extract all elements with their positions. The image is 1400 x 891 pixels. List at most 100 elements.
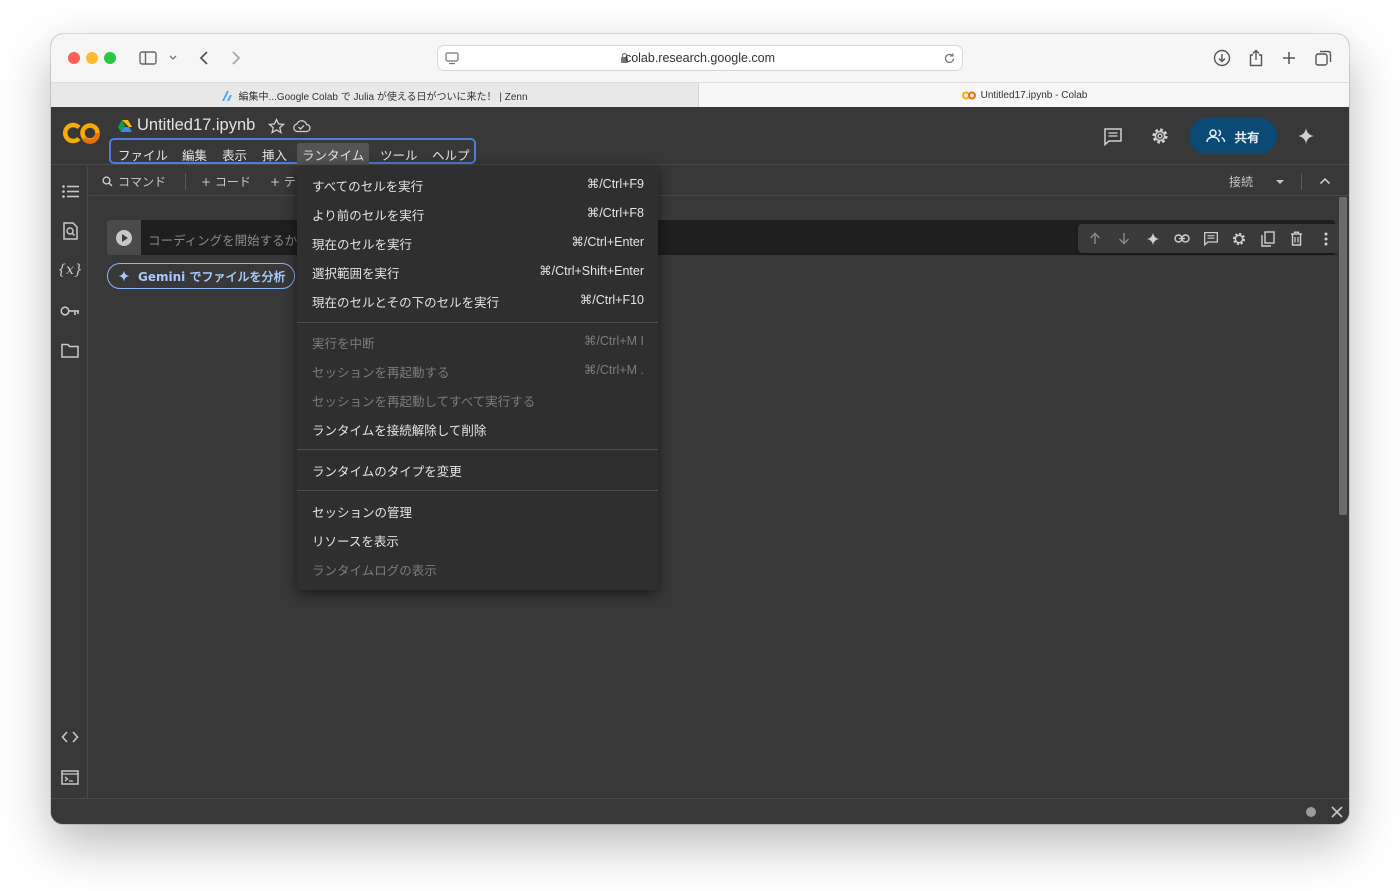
close-window-button[interactable] bbox=[68, 52, 80, 64]
gemini-sparkle-icon[interactable] bbox=[1139, 226, 1168, 252]
gemini-analyze-label: Gemini でファイルを分析 bbox=[138, 269, 286, 284]
runtime-status-dot bbox=[1306, 807, 1316, 817]
star-icon[interactable] bbox=[268, 118, 285, 134]
comments-icon[interactable] bbox=[1100, 123, 1126, 149]
play-icon bbox=[116, 229, 132, 246]
menu-item-restart-session: セッションを再起動する ⌘/Ctrl+M . bbox=[312, 363, 644, 380]
add-text-button[interactable]: + テ bbox=[270, 173, 296, 190]
menu-bar: ファイル 編集 表示 挿入 ランタイム ツール ヘルプ bbox=[109, 138, 476, 166]
menu-edit[interactable]: 編集 bbox=[177, 143, 212, 166]
menu-divider bbox=[297, 322, 658, 323]
notebook-main: コーディングを開始するか Gemini でファイルを分析 bbox=[89, 197, 1340, 798]
cell-placeholder: コーディングを開始するか bbox=[148, 233, 298, 248]
browser-window: colab.research.google.com 編集中...Google C… bbox=[51, 34, 1349, 824]
toolbar-divider bbox=[185, 173, 186, 190]
tab-colab[interactable]: Untitled17.ipynb - Colab bbox=[700, 83, 1349, 108]
files-folder-icon[interactable] bbox=[59, 339, 81, 361]
menu-item-disconnect-delete[interactable]: ランタイムを接続解除して削除 bbox=[297, 413, 658, 442]
tab-label: 編集中...Google Colab で Julia が使える日がついに来た！ … bbox=[238, 92, 528, 103]
url-text: colab.research.google.com bbox=[624, 51, 776, 65]
colab-header: Untitled17.ipynb ファイル 編集 表示 挿入 ランタイム ツール… bbox=[51, 107, 1349, 166]
zenn-favicon-icon bbox=[222, 90, 233, 101]
address-bar[interactable]: colab.research.google.com bbox=[437, 45, 963, 71]
reload-icon[interactable] bbox=[943, 52, 956, 65]
downloads-icon[interactable] bbox=[1210, 46, 1234, 70]
tab-label: Untitled17.ipynb - Colab bbox=[980, 90, 1088, 101]
menu-item-run-current[interactable]: 現在のセルを実行 ⌘/Ctrl+Enter bbox=[297, 227, 658, 256]
left-side-rail: {x} bbox=[51, 166, 88, 798]
cell-toolbar bbox=[1078, 224, 1340, 253]
menu-item-view-runtime-logs: ランタイムログの表示 bbox=[312, 563, 437, 578]
connect-button[interactable]: 接続 bbox=[1229, 173, 1253, 190]
menu-tools[interactable]: ツール bbox=[375, 143, 423, 166]
move-down-icon[interactable] bbox=[1110, 226, 1139, 252]
chevron-down-icon[interactable] bbox=[161, 46, 185, 70]
tab-overview-icon[interactable] bbox=[1311, 46, 1335, 70]
menu-help[interactable]: ヘルプ bbox=[427, 143, 475, 166]
minimize-window-button[interactable] bbox=[86, 52, 98, 64]
gemini-sparkle-icon bbox=[118, 270, 130, 282]
tab-zenn[interactable]: 編集中...Google Colab で Julia が使える日がついに来た！ … bbox=[51, 83, 699, 108]
scrollbar-thumb[interactable] bbox=[1339, 197, 1347, 515]
run-cell-button[interactable] bbox=[107, 220, 141, 255]
terminal-icon[interactable] bbox=[59, 766, 81, 788]
menu-item-run-before[interactable]: より前のセルを実行 ⌘/Ctrl+F8 bbox=[297, 198, 658, 227]
menu-item-interrupt: 実行を中断 ⌘/Ctrl+M I bbox=[312, 334, 644, 351]
people-icon bbox=[1206, 129, 1226, 143]
gemini-analyze-button[interactable]: Gemini でファイルを分析 bbox=[107, 263, 295, 289]
toolbar-divider bbox=[1301, 173, 1302, 190]
add-code-button[interactable]: + コード bbox=[201, 173, 251, 190]
close-icon[interactable] bbox=[1331, 806, 1343, 818]
status-bar bbox=[51, 798, 1349, 824]
menu-item-view-resources[interactable]: リソースを表示 bbox=[297, 524, 658, 553]
share-label: 共有 bbox=[1234, 129, 1260, 145]
browser-toolbar: colab.research.google.com bbox=[51, 34, 1349, 82]
table-of-contents-icon[interactable] bbox=[59, 180, 81, 202]
colab-logo[interactable] bbox=[63, 121, 101, 145]
mirror-cell-icon[interactable] bbox=[1254, 226, 1283, 252]
back-icon[interactable] bbox=[192, 46, 216, 70]
code-cell[interactable]: コーディングを開始するか bbox=[107, 220, 1340, 255]
link-icon[interactable] bbox=[1167, 226, 1196, 252]
share-button[interactable]: 共有 bbox=[1189, 118, 1277, 154]
vertical-scrollbar[interactable] bbox=[1338, 197, 1348, 798]
menu-insert[interactable]: 挿入 bbox=[257, 143, 292, 166]
secrets-key-icon[interactable] bbox=[59, 300, 81, 322]
menu-item-restart-run-all: セッションを再起動してすべて実行する bbox=[312, 394, 536, 409]
menu-item-change-runtime-type[interactable]: ランタイムのタイプを変更 bbox=[297, 454, 658, 483]
connect-dropdown-icon[interactable] bbox=[1275, 179, 1285, 185]
share-icon[interactable] bbox=[1244, 46, 1268, 70]
google-drive-icon[interactable] bbox=[117, 119, 133, 133]
menu-divider bbox=[297, 490, 658, 491]
cell-settings-gear-icon[interactable] bbox=[1225, 226, 1254, 252]
menu-item-manage-sessions[interactable]: セッションの管理 bbox=[297, 495, 658, 524]
move-up-icon[interactable] bbox=[1081, 226, 1110, 252]
new-tab-icon[interactable] bbox=[1277, 46, 1301, 70]
menu-item-run-after[interactable]: 現在のセルとその下のセルを実行 ⌘/Ctrl+F10 bbox=[297, 285, 658, 314]
notebook-title[interactable]: Untitled17.ipynb bbox=[137, 116, 255, 135]
menu-runtime[interactable]: ランタイム bbox=[297, 143, 370, 166]
menu-item-run-selection[interactable]: 選択範囲を実行 ⌘/Ctrl+Shift+Enter bbox=[297, 256, 658, 285]
settings-gear-icon[interactable] bbox=[1147, 123, 1173, 149]
variables-icon[interactable]: {x} bbox=[57, 259, 83, 281]
cloud-saved-icon[interactable] bbox=[292, 119, 311, 133]
tab-bar: 編集中...Google Colab で Julia が使える日がついに来た！ … bbox=[51, 82, 1349, 108]
menu-view[interactable]: 表示 bbox=[217, 143, 252, 166]
gemini-sparkle-icon[interactable] bbox=[1293, 123, 1319, 149]
forward-icon[interactable] bbox=[224, 46, 248, 70]
delete-trash-icon[interactable] bbox=[1282, 226, 1311, 252]
find-replace-icon[interactable] bbox=[59, 220, 81, 242]
collapse-chevron-up-icon[interactable] bbox=[1319, 177, 1331, 185]
runtime-menu-dropdown: すべてのセルを実行 ⌘/Ctrl+F9 より前のセルを実行 ⌘/Ctrl+F8 … bbox=[297, 165, 658, 590]
menu-item-run-all[interactable]: すべてのセルを実行 ⌘/Ctrl+F9 bbox=[297, 169, 658, 198]
code-snippets-icon[interactable] bbox=[59, 726, 81, 748]
more-vert-icon[interactable] bbox=[1311, 226, 1340, 252]
menu-file[interactable]: ファイル bbox=[113, 143, 173, 166]
colab-favicon-icon bbox=[961, 91, 976, 100]
sidebar-toggle-icon[interactable] bbox=[136, 46, 160, 70]
notebook-toolbar: コマンド + コード + テ 接続 bbox=[89, 166, 1349, 196]
search-icon bbox=[102, 176, 113, 187]
command-palette-button[interactable]: コマンド bbox=[118, 173, 166, 190]
comment-icon[interactable] bbox=[1196, 226, 1225, 252]
zoom-window-button[interactable] bbox=[104, 52, 116, 64]
